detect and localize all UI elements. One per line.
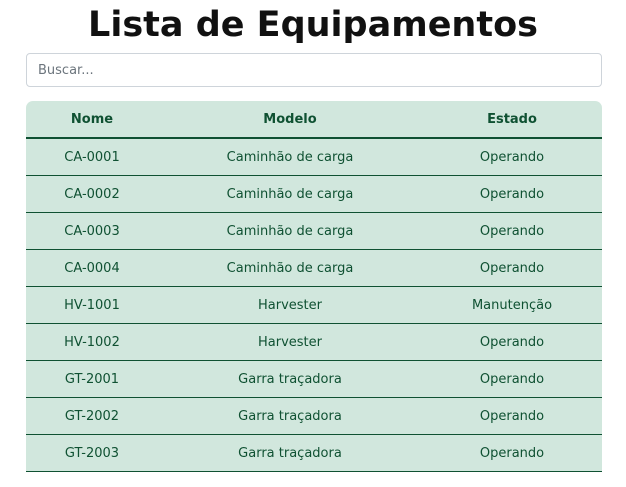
cell-status: Operando [422, 249, 602, 287]
table-row[interactable]: CA-0003 Caminhão de carga Operando [26, 212, 602, 250]
table-row[interactable]: GT-2003 Garra traçadora Operando [26, 434, 602, 472]
cell-status: Operando [422, 323, 602, 361]
table-header-row: Nome Modelo Estado [26, 101, 602, 139]
cell-model: Harvester [158, 286, 422, 324]
cell-name: GT-2002 [26, 397, 158, 435]
cell-name: HV-1001 [26, 286, 158, 324]
column-header-model[interactable]: Modelo [158, 101, 422, 139]
cell-name: CA-0001 [26, 138, 158, 176]
cell-status: Operando [422, 397, 602, 435]
cell-name: GT-2001 [26, 360, 158, 398]
cell-status: Operando [422, 212, 602, 250]
cell-model: Caminhão de carga [158, 138, 422, 176]
cell-model: Garra traçadora [158, 360, 422, 398]
cell-name: CA-0004 [26, 249, 158, 287]
cell-status: Operando [422, 175, 602, 213]
cell-model: Garra traçadora [158, 434, 422, 472]
cell-model: Garra traçadora [158, 397, 422, 435]
cell-name: CA-0002 [26, 175, 158, 213]
table-row[interactable]: HV-1001 Harvester Manutenção [26, 286, 602, 324]
table-row[interactable]: HV-1002 Harvester Operando [26, 323, 602, 361]
cell-model: Harvester [158, 323, 422, 361]
cell-status: Operando [422, 360, 602, 398]
table-row[interactable]: CA-0001 Caminhão de carga Operando [26, 138, 602, 176]
equipment-table: Nome Modelo Estado CA-0001 Caminhão de c… [26, 101, 602, 472]
cell-model: Caminhão de carga [158, 212, 422, 250]
cell-model: Caminhão de carga [158, 175, 422, 213]
page-title: Lista de Equipamentos [88, 5, 538, 45]
column-header-status[interactable]: Estado [422, 101, 602, 139]
cell-status: Operando [422, 434, 602, 472]
cell-status: Operando [422, 138, 602, 176]
table-row[interactable]: GT-2001 Garra traçadora Operando [26, 360, 602, 398]
cell-name: CA-0003 [26, 212, 158, 250]
cell-status: Manutenção [422, 286, 602, 324]
search-input[interactable] [26, 53, 602, 87]
cell-name: GT-2003 [26, 434, 158, 472]
column-header-name[interactable]: Nome [26, 101, 158, 139]
table-row[interactable]: GT-2002 Garra traçadora Operando [26, 397, 602, 435]
table-row[interactable]: CA-0004 Caminhão de carga Operando [26, 249, 602, 287]
table-row[interactable]: CA-0002 Caminhão de carga Operando [26, 175, 602, 213]
cell-name: HV-1002 [26, 323, 158, 361]
cell-model: Caminhão de carga [158, 249, 422, 287]
